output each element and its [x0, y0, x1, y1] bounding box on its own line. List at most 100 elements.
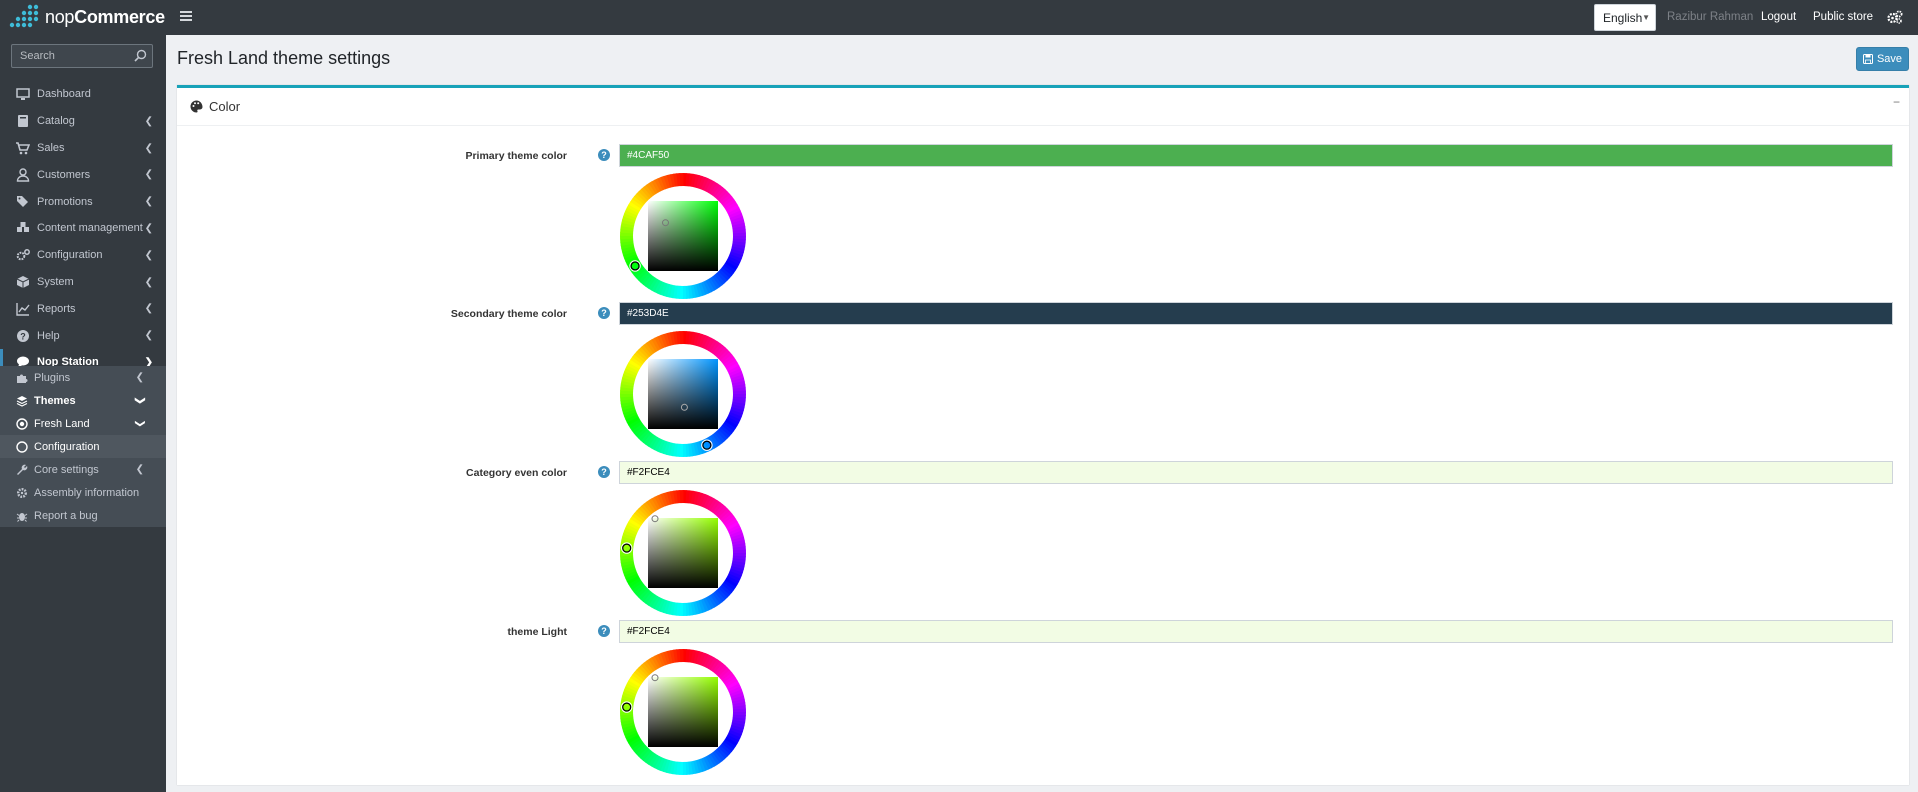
chevron-down-icon: ❮: [134, 396, 146, 405]
sidebar-item-dashboard[interactable]: Dashboard: [0, 81, 166, 108]
user-icon: [16, 168, 30, 182]
sidebar-item-assembly-information[interactable]: Assembly information: [0, 481, 166, 504]
help-icon[interactable]: ?: [598, 466, 610, 478]
gears-icon[interactable]: [1887, 10, 1903, 24]
color-wheel-picker[interactable]: [620, 490, 746, 616]
color-input[interactable]: [619, 461, 1893, 484]
color-wheel-picker[interactable]: [620, 173, 746, 299]
color-wheel-picker[interactable]: [620, 649, 746, 775]
cubes-icon: [17, 222, 29, 233]
nopcommerce-logo[interactable]: nopCommerce: [0, 0, 166, 35]
cart-icon: [16, 142, 30, 155]
puzzle-icon: [17, 374, 28, 383]
monitor-icon: [16, 88, 30, 101]
book-icon: [18, 115, 28, 128]
user-name-link[interactable]: Razibur Rahman: [1667, 11, 1753, 23]
main-content: Fresh Land theme settings Save Color − P…: [166, 35, 1918, 792]
sidebar-item-themes[interactable]: Themes ❮: [0, 389, 166, 412]
color-input[interactable]: [619, 620, 1893, 643]
collapse-button[interactable]: −: [1893, 95, 1900, 109]
dot-circle-icon: [16, 417, 28, 430]
logo-text-nop: nop: [45, 7, 75, 27]
sidebar-item-label: Help: [37, 329, 60, 342]
logo-text-commerce: Commerce: [74, 7, 165, 27]
help-icon[interactable]: ?: [598, 307, 610, 319]
sidebar-item-label: Dashboard: [37, 88, 91, 101]
palette-icon: [190, 100, 203, 113]
chevron-left-icon: ❮: [144, 330, 153, 342]
search-input[interactable]: [12, 45, 130, 67]
sv-overlay: [648, 201, 718, 271]
sv-overlay: [648, 677, 718, 747]
setting-label: Category even color: [466, 467, 567, 479]
public-store-link[interactable]: Public store: [1813, 11, 1873, 23]
language-select-value: English: [1603, 11, 1643, 25]
bug-icon: [16, 512, 28, 522]
sidebar-item-content-management[interactable]: Content management ❮: [0, 215, 166, 242]
setting-theme-light: theme Light ?: [177, 620, 1909, 780]
sidebar: Dashboard Catalog ❮ Sales ❮ Customers ❮ …: [0, 35, 166, 792]
sidebar-item-label: Assembly information: [34, 486, 140, 499]
sidebar-item-customers[interactable]: Customers ❮: [0, 161, 166, 188]
question-icon: ?: [17, 329, 29, 342]
search-icon[interactable]: [134, 49, 147, 62]
chevron-left-icon: ❮: [144, 303, 153, 315]
sidebar-item-report-a-bug[interactable]: Report a bug: [0, 504, 166, 527]
sidebar-nav: Dashboard Catalog ❮ Sales ❮ Customers ❮ …: [0, 81, 166, 376]
sidebar-item-system[interactable]: System ❮: [0, 269, 166, 296]
setting-label: Secondary theme color: [450, 308, 567, 320]
chevron-left-icon: ❮: [135, 464, 144, 475]
sidebar-item-sales[interactable]: Sales ❮: [0, 135, 166, 162]
sidebar-item-plugins[interactable]: Plugins ❮: [0, 366, 166, 389]
chevron-left-icon: ❮: [144, 276, 153, 288]
chevron-left-icon: ❮: [144, 115, 153, 127]
card-header: Color −: [177, 88, 1909, 126]
sidebar-item-configuration[interactable]: Configuration ❮: [0, 242, 166, 269]
sidebar-item-label: Configuration: [34, 440, 100, 453]
layers-icon: [16, 395, 28, 407]
color-settings-card: Color − Primary theme color ? Secondary …: [177, 85, 1909, 785]
gears-icon: [16, 249, 30, 261]
save-button-label: Save: [1876, 53, 1903, 65]
sidebar-search: [11, 44, 153, 68]
chevron-left-icon: ❮: [144, 222, 153, 234]
sidebar-item-promotions[interactable]: Promotions ❮: [0, 188, 166, 215]
sidebar-item-label: Configuration: [37, 249, 103, 262]
chevron-down-icon: ❮: [134, 419, 146, 428]
sidebar-item-configuration-current[interactable]: Configuration: [0, 435, 166, 458]
sidebar-toggle-icon[interactable]: [180, 10, 192, 22]
sidebar-item-reports[interactable]: Reports ❮: [0, 295, 166, 322]
sidebar-item-catalog[interactable]: Catalog ❮: [0, 108, 166, 135]
cube-icon: [16, 275, 30, 288]
help-icon[interactable]: ?: [598, 625, 610, 637]
color-wheel-picker[interactable]: [620, 331, 746, 457]
sidebar-item-core-settings[interactable]: Core settings ❮: [0, 458, 166, 481]
logout-link[interactable]: Logout: [1761, 11, 1796, 23]
setting-secondary-theme-color: Secondary theme color ?: [177, 302, 1909, 462]
sidebar-item-label: Reports: [37, 302, 76, 315]
sidebar-item-label: Themes: [34, 394, 76, 407]
help-icon[interactable]: ?: [598, 149, 610, 161]
chevron-left-icon: ❮: [144, 249, 153, 261]
card-title: Color: [209, 99, 241, 114]
chevron-left-icon: ❮: [144, 142, 153, 154]
circle-icon: [16, 440, 28, 453]
sidebar-item-label: Report a bug: [34, 509, 98, 522]
sidebar-item-label: Plugins: [34, 371, 71, 384]
sidebar-item-fresh-land[interactable]: Fresh Land ❮: [0, 412, 166, 435]
language-select[interactable]: English ▼: [1594, 4, 1656, 31]
color-input[interactable]: [619, 302, 1893, 325]
chevron-left-icon: ❮: [144, 196, 153, 208]
chevron-left-icon: ❮: [135, 372, 144, 383]
sidebar-item-label: Promotions: [37, 195, 93, 208]
sv-overlay: [648, 518, 718, 588]
sidebar-item-label: Content management: [37, 222, 143, 235]
logo-dots-icon: [9, 4, 39, 27]
color-input[interactable]: [619, 144, 1893, 167]
sidebar-item-help[interactable]: ? Help ❮: [0, 322, 166, 349]
page-title: Fresh Land theme settings: [177, 48, 391, 68]
gear-icon: [17, 487, 27, 498]
sidebar-item-label: Catalog: [37, 115, 75, 128]
sv-overlay: [648, 359, 718, 429]
save-button[interactable]: Save: [1856, 47, 1909, 71]
